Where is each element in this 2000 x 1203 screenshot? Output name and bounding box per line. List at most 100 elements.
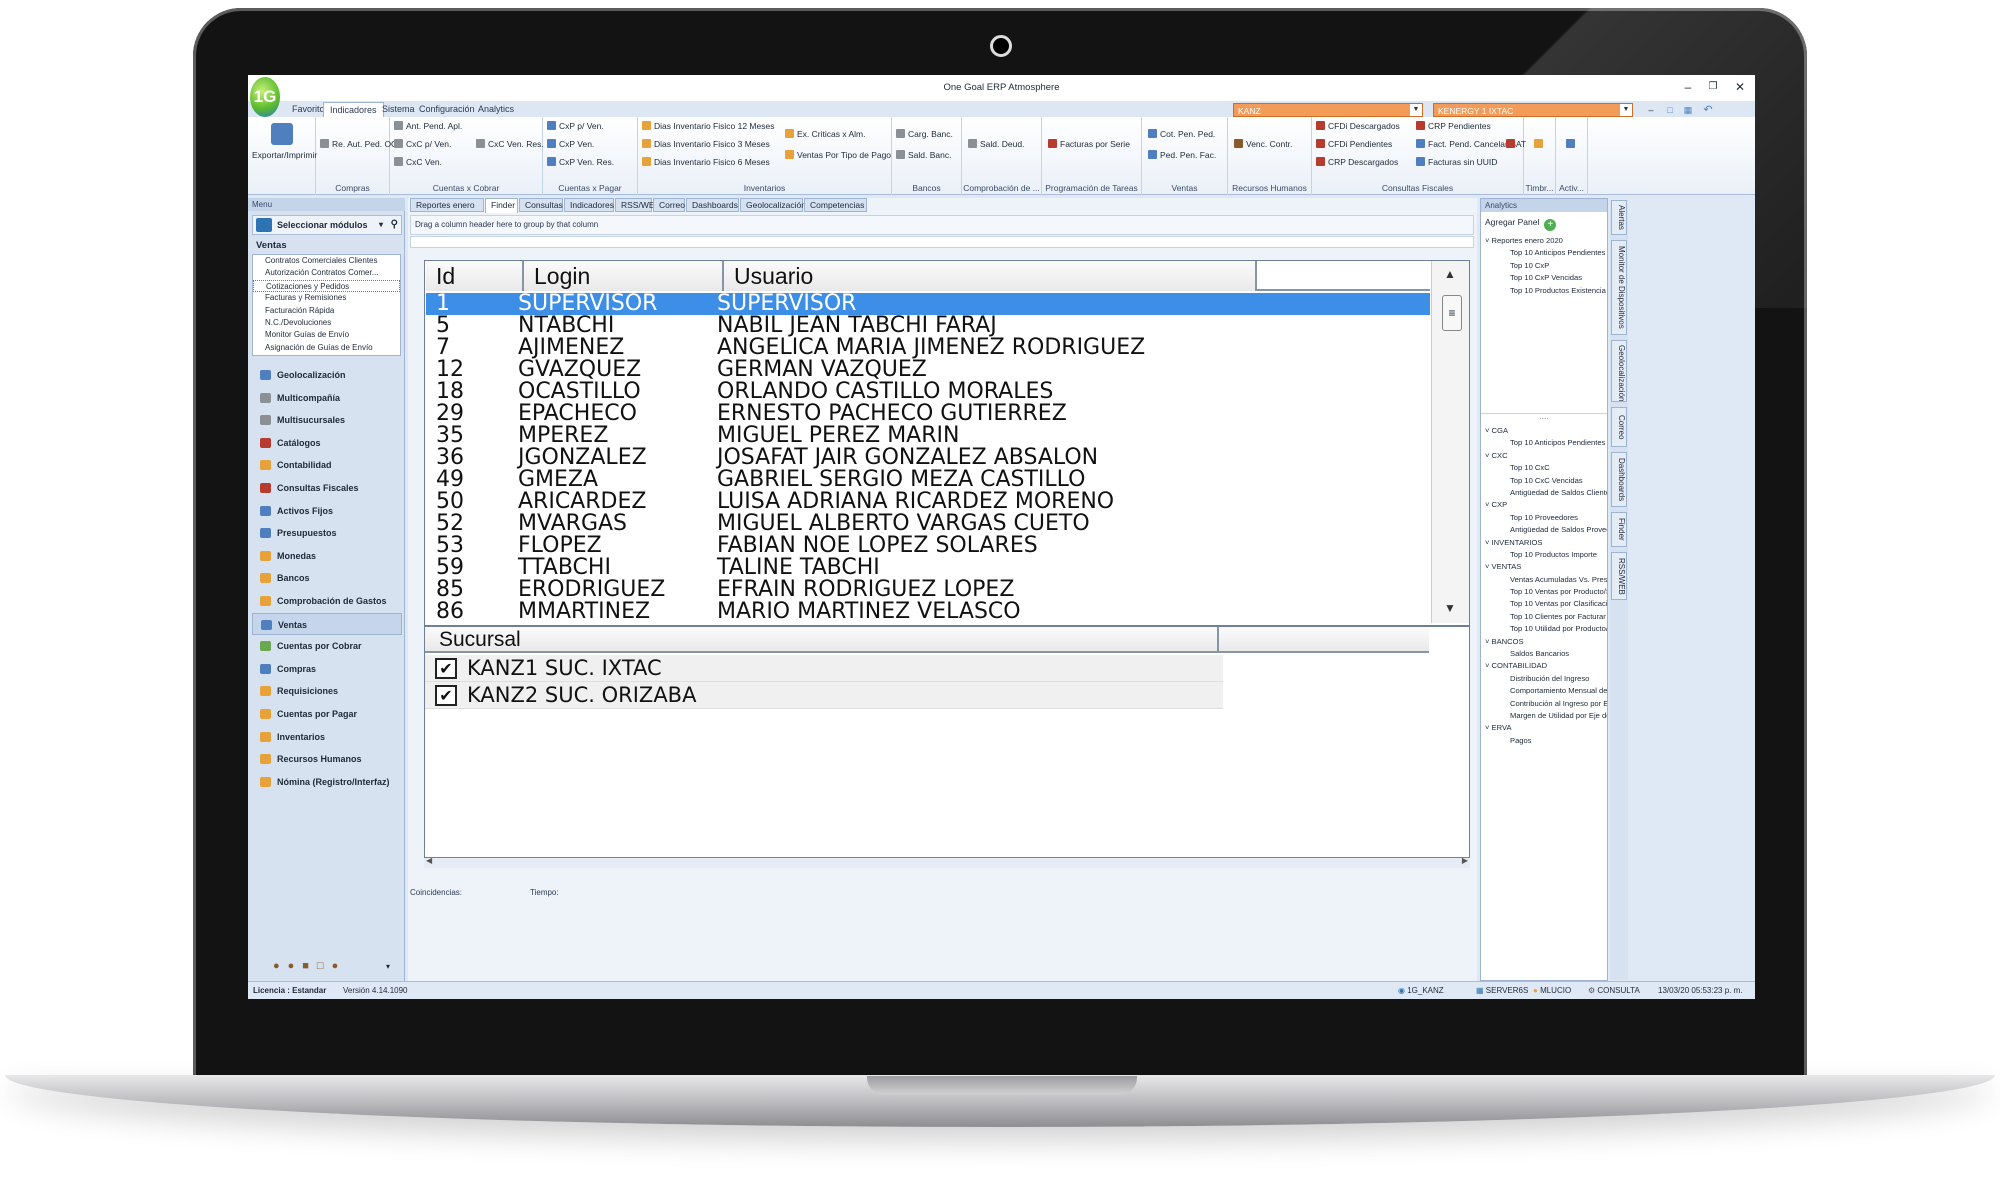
branch-combo[interactable]: KENERGY 1 IXTAC ▼ <box>1433 103 1633 117</box>
sucursal-checkbox[interactable]: ✔ <box>435 658 457 679</box>
sucursal-row[interactable]: ✔ KANZ1 SUC. IXTAC <box>425 655 1223 682</box>
list-item[interactable]: Cotizaciones y Pedidos <box>253 279 400 293</box>
chevron-down-icon[interactable]: ▼ <box>1620 104 1632 116</box>
sidebar-item-n-mina-registro-interfaz-[interactable]: Nómina (Registro/Interfaz) <box>252 771 402 793</box>
sald-deud-button[interactable]: Sald. Deud. <box>968 139 1024 149</box>
cot-pen-button[interactable]: Cot. Pen. Ped. <box>1148 129 1215 139</box>
cxc-pven-button[interactable]: CxC p/ Ven. <box>394 139 451 149</box>
crp-pend-button[interactable]: CRP Pendientes <box>1416 121 1491 131</box>
tree-node[interactable]: ˅ INVENTARIOS <box>1483 537 1607 549</box>
company-combo[interactable]: KANZ ▼ <box>1233 103 1423 117</box>
book-button[interactable] <box>1506 139 1518 149</box>
sald-banc-button[interactable]: Sald. Banc. <box>896 150 951 160</box>
side-tab-alertas[interactable]: Alertas <box>1611 200 1627 235</box>
tab-reportes-enero-2020[interactable]: Reportes enero 2020 <box>410 198 484 223</box>
column-usuario[interactable]: Usuario <box>724 261 1257 291</box>
tab-geolocalizaci-n[interactable]: Geolocalización <box>740 198 806 212</box>
sidebar-item-bancos[interactable]: Bancos <box>252 567 402 589</box>
tab-configuracion[interactable]: Configuración <box>413 102 481 117</box>
table-row[interactable]: 7 AJIMENEZ ANGELICA MARIA JIMENEZ RODRIGUE… <box>426 337 1430 359</box>
cfdi-pend-button[interactable]: CFDi Pendientes <box>1316 139 1392 149</box>
sidebar-item-ventas[interactable]: Ventas <box>252 612 402 635</box>
tab-correo[interactable]: Correo <box>653 198 685 212</box>
table-row[interactable]: 85 ERODRIGUEZ EFRAIN RODRIGUEZ LOPEZ <box>426 579 1430 601</box>
fact-uuid-button[interactable]: Facturas sin UUID <box>1416 157 1497 167</box>
list-item[interactable]: N.C./Devoluciones <box>253 317 400 329</box>
activ-button[interactable] <box>1566 139 1578 149</box>
sidebar-item-requisiciones[interactable]: Requisiciones <box>252 680 402 702</box>
tree-node[interactable]: Top 10 Utilidad por Producto/S... <box>1483 623 1607 635</box>
dias12-button[interactable]: Dias Inventario Fisico 12 Meses <box>642 121 774 131</box>
minimize-button[interactable]: – <box>1678 79 1698 95</box>
tree-node[interactable]: ˅ BANCOS <box>1483 636 1607 648</box>
table-row[interactable]: 1 SUPERVISOR SUPERVISOR <box>426 293 1430 315</box>
tab-dashboards[interactable]: Dashboards <box>686 198 739 212</box>
list-item[interactable]: Autorización Contratos Comer... <box>253 267 400 279</box>
ped-pen-button[interactable]: Ped. Pen. Fac. <box>1148 150 1216 160</box>
tree-node[interactable]: Top 10 Ventas por Producto/S... <box>1483 586 1607 598</box>
tab-consultas[interactable]: Consultas <box>519 198 563 212</box>
scroll-down-icon[interactable]: ▼ <box>1444 601 1456 615</box>
scroll-right-icon[interactable]: ▶ <box>1462 856 1468 865</box>
table-row[interactable]: 29 EPACHECO ERNESTO PACHECO GUTIERREZ <box>426 403 1430 425</box>
tree-node[interactable]: ˅ CGA <box>1483 425 1607 437</box>
search-icon[interactable]: ⚲ <box>391 216 398 234</box>
tree-node[interactable]: Top 10 Ventas por Clasificación... <box>1483 598 1607 610</box>
list-item[interactable]: Facturación Rápida <box>253 305 400 317</box>
scroll-left-icon[interactable]: ◀ <box>426 856 432 865</box>
quick-icons[interactable]: ●●■□● <box>273 960 346 972</box>
tree-node[interactable]: Top 10 CxC <box>1483 462 1607 474</box>
sidebar-item-recursos-humanos[interactable]: Recursos Humanos <box>252 748 402 770</box>
tree-node[interactable]: ˅ Reportes enero 2020 <box>1483 235 1607 247</box>
side-tab-monitor-de-dispositivos[interactable]: Monitor de Dispositivos <box>1611 240 1627 335</box>
table-row[interactable]: 50 ARICARDEZ LUISA ADRIANA RICARDEZ MORENO <box>426 491 1430 513</box>
cxp-pven-button[interactable]: CxP p/ Ven. <box>547 121 604 131</box>
tree-node[interactable]: Top 10 Proveedores <box>1483 512 1607 524</box>
tree-node[interactable]: ˅ CXC <box>1483 450 1607 462</box>
cxc-ven-res-button[interactable]: CxC Ven. Res. <box>476 139 544 149</box>
tab-analytics[interactable]: Analytics <box>472 102 520 117</box>
table-row[interactable]: 35 MPEREZ MIGUEL PEREZ MARIN <box>426 425 1430 447</box>
column-sucursal[interactable]: Sucursal <box>439 627 1219 653</box>
chevron-down-icon[interactable]: ▼ <box>1410 104 1422 116</box>
grid-scrollbar[interactable]: ▲ ≡ ▼ <box>1431 261 1469 623</box>
tree-node[interactable]: Top 10 Anticipos Pendientes d... <box>1483 437 1607 449</box>
cxc-ven-button[interactable]: CxC Ven. <box>394 157 442 167</box>
tree-node[interactable]: ˅ ERVA <box>1483 722 1607 734</box>
tree-node[interactable]: Top 10 Clientes por Facturar A <box>1483 611 1607 623</box>
column-id[interactable]: Id <box>426 261 524 291</box>
table-row[interactable]: 5 NTABCHI NABIL JEAN TABCHI FARAJ <box>426 315 1430 337</box>
sidebar-item-activos-fijos[interactable]: Activos Fijos <box>252 500 402 522</box>
filter-row[interactable] <box>410 236 1474 248</box>
tab-rss-web[interactable]: RSS/WEB <box>615 198 660 212</box>
side-tab-finder[interactable]: Finder <box>1611 512 1627 547</box>
table-row[interactable]: 49 GMEZA GABRIEL SERGIO MEZA CASTILLO <box>426 469 1430 491</box>
facturas-serie-button[interactable]: Facturas por Serie <box>1048 139 1130 149</box>
dias6-button[interactable]: Dias Inventario Fisico 6 Meses <box>642 157 770 167</box>
tab-indicadores[interactable]: Indicadores <box>323 102 384 117</box>
table-row[interactable]: 52 MVARGAS MIGUEL ALBERTO VARGAS CUETO <box>426 513 1430 535</box>
sidebar-item-compras[interactable]: Compras <box>252 658 402 680</box>
tree-node[interactable]: Ventas Acumuladas Vs. Presup... <box>1483 574 1607 586</box>
list-item[interactable]: Contratos Comerciales Clientes <box>253 255 400 267</box>
sidebar-item-monedas[interactable]: Monedas <box>252 545 402 567</box>
venc-contr-button[interactable]: Venc. Contr. <box>1234 139 1292 149</box>
restore-button[interactable]: ❐ <box>1703 79 1723 95</box>
tree-node[interactable]: Top 10 Productos Importe <box>1483 549 1607 561</box>
carg-banc-button[interactable]: Carg. Banc. <box>896 129 953 139</box>
ex-criticas-button[interactable]: Ex. Criticas x Alm. <box>785 129 865 139</box>
table-row[interactable]: 36 JGONZALEZ JOSAFAT JAIR GONZALEZ ABSALON <box>426 447 1430 469</box>
add-panel-button[interactable]: Agregar Panel + <box>1485 217 1557 231</box>
column-login[interactable]: Login <box>524 261 724 291</box>
side-tab-rss-web[interactable]: RSS/WEB <box>1611 552 1627 600</box>
tree-node[interactable]: Comportamiento Mensual de lo... <box>1483 685 1607 697</box>
tree-node[interactable]: Top 10 CxC Vencidas <box>1483 475 1607 487</box>
tab-indicadores[interactable]: Indicadores <box>564 198 614 212</box>
tree-node[interactable]: Antigüedad de Saldos Proveed... <box>1483 524 1607 536</box>
tree-node[interactable]: Margen de Utilidad por Eje de ... <box>1483 710 1607 722</box>
sucursal-checkbox[interactable]: ✔ <box>435 685 457 706</box>
side-tab-geolocalizaci-n[interactable]: Geolocalización <box>1611 340 1627 402</box>
ant-pend-button[interactable]: Ant. Pend. Apl. <box>394 121 462 131</box>
table-row[interactable]: 86 MMARTINEZ MARIO MARTINEZ VELASCO <box>426 601 1430 623</box>
tab-finder[interactable]: Finder <box>485 198 518 213</box>
